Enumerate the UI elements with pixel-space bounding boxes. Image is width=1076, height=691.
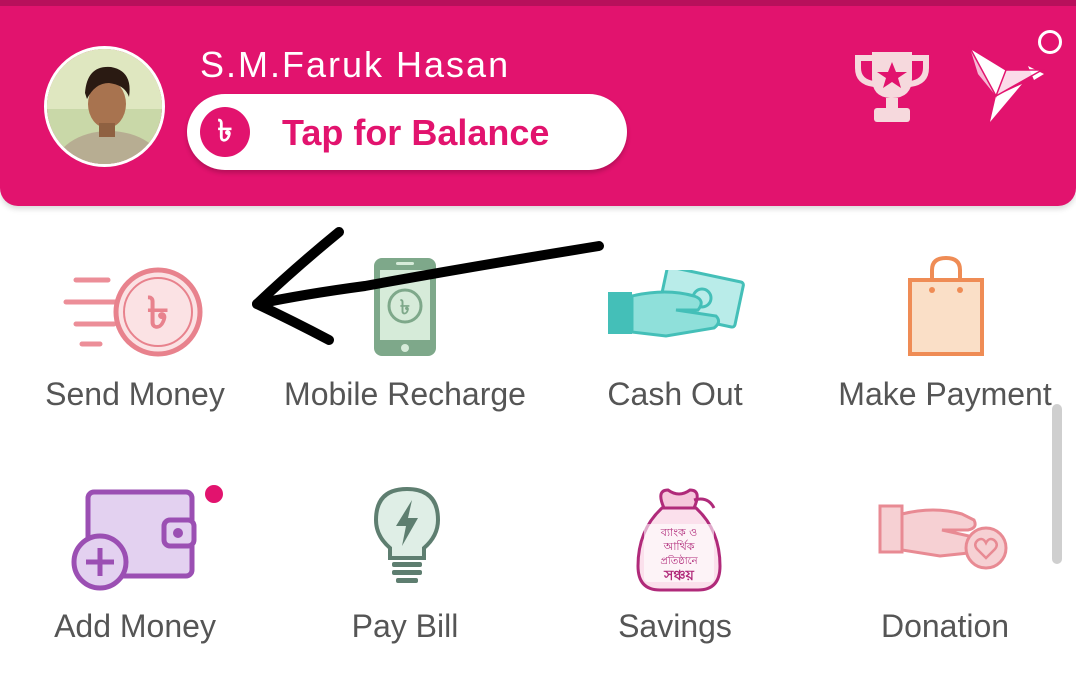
- service-savings[interactable]: ব্যাংক ও আর্থিক প্রতিষ্ঠানে সঞ্চয় Savin…: [540, 480, 810, 680]
- wallet-add-icon: [71, 489, 197, 591]
- svg-text:৳: ৳: [147, 288, 169, 339]
- savings-bag-text-3: প্রতিষ্ঠানে: [660, 554, 698, 567]
- add-money-label: Add Money: [54, 608, 216, 644]
- user-name: S.M.Faruk Hasan: [200, 44, 511, 85]
- service-donation[interactable]: Donation: [810, 480, 1076, 680]
- trophy-icon[interactable]: [852, 48, 932, 124]
- send-money-label: Send Money: [45, 376, 225, 412]
- savings-bag-text-1: ব্যাংক ও: [660, 526, 698, 539]
- savings-bag-text-2: আর্থিক: [663, 540, 695, 553]
- status-bar-strip: [0, 0, 1076, 6]
- new-badge-dot: [202, 482, 226, 506]
- donation-hand-icon: [878, 504, 1008, 570]
- send-money-icon: ৳: [63, 267, 203, 357]
- make-payment-label: Make Payment: [838, 376, 1052, 412]
- savings-bag-icon: ব্যাংক ও আর্থিক প্রতিষ্ঠানে সঞ্চয়: [636, 488, 722, 592]
- shopping-bag-icon: [908, 255, 984, 356]
- cash-out-icon: [608, 270, 745, 338]
- notification-ring-icon: [1038, 30, 1062, 54]
- taka-icon: ৳: [200, 107, 250, 157]
- savings-label: Savings: [618, 608, 732, 644]
- balance-button-label: Tap for Balance: [282, 112, 550, 153]
- scrollbar[interactable]: [1052, 404, 1062, 564]
- bkash-logo-icon: [968, 45, 1045, 122]
- savings-bag-text-4: সঞ্চয়: [663, 568, 694, 584]
- avatar[interactable]: [44, 46, 165, 167]
- tap-for-balance-button[interactable]: ৳ Tap for Balance: [187, 94, 627, 170]
- pay-bill-label: Pay Bill: [351, 608, 459, 644]
- service-make-payment[interactable]: Make Payment: [810, 250, 1076, 450]
- cash-out-label: Cash Out: [607, 376, 743, 412]
- service-add-money[interactable]: Add Money: [0, 480, 270, 680]
- mobile-recharge-label: Mobile Recharge: [284, 376, 526, 412]
- app-header: S.M.Faruk Hasan ৳ Tap for Balance: [0, 0, 1076, 206]
- bulb-icon: [373, 486, 441, 583]
- donation-label: Donation: [880, 608, 1010, 644]
- service-pay-bill[interactable]: Pay Bill: [270, 480, 540, 680]
- annotation-arrow: [252, 227, 604, 345]
- service-send-money[interactable]: ৳ Send Money: [0, 250, 270, 450]
